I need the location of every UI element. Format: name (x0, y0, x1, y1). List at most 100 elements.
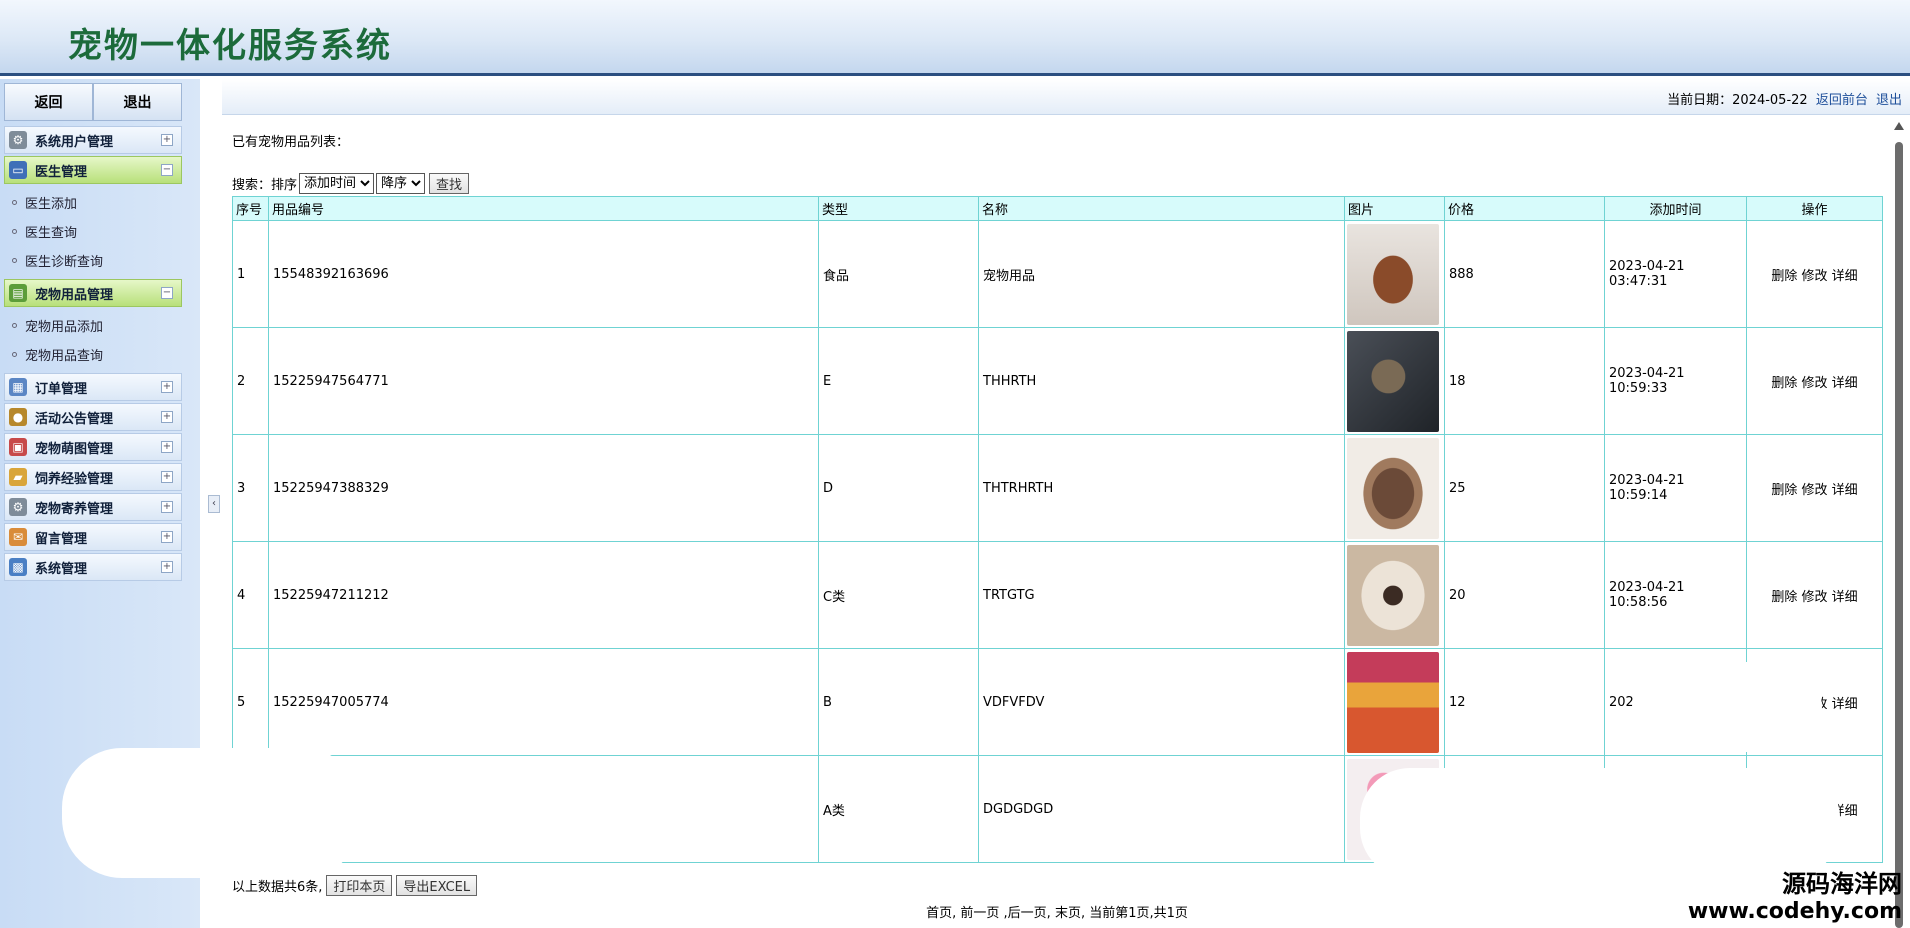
sidebar-menu-6[interactable]: ▰ 饲养经验管理 + (4, 463, 182, 491)
gear-icon: ⚙ (9, 131, 27, 149)
cell-no: 2 (232, 327, 269, 435)
cell-type: E (818, 327, 979, 435)
sidebar-menu-0[interactable]: ⚙ 系统用户管理 + (4, 126, 182, 154)
header-ops: 操作 (1746, 196, 1883, 221)
last-page-link[interactable]: 末页 (1055, 906, 1081, 921)
redaction-blob (1632, 662, 1822, 752)
bullet-icon (12, 200, 17, 205)
first-page-link[interactable]: 首页 (926, 906, 952, 921)
sort-field-select[interactable]: 添加时间 (299, 172, 375, 194)
sidebar-subitem-label: 医生诊断查询 (25, 255, 104, 270)
print-button[interactable]: 打印本页 (326, 875, 393, 896)
cell-no: 5 (232, 648, 269, 756)
sidebar-menu-7[interactable]: ⚙ 宠物寄养管理 + (4, 493, 182, 521)
sidebar-subitem[interactable]: 医生添加 (4, 188, 182, 217)
detail-link[interactable]: 详细 (1832, 697, 1858, 712)
cell-name: 宠物用品 (978, 220, 1345, 328)
sidebar-submenu: 医生添加医生查询医生诊断查询 (4, 186, 182, 279)
delete-link[interactable]: 删除 (1771, 590, 1797, 605)
expand-icon[interactable]: + (161, 471, 173, 483)
cell-time: 2023-04-21 03:47:31 (1604, 220, 1747, 328)
prev-page-link[interactable]: 前一页 (960, 906, 999, 921)
detail-link[interactable]: 详细 (1832, 483, 1858, 498)
logout-button[interactable]: 退出 (93, 83, 182, 121)
sidebar-subitem[interactable]: 医生查询 (4, 217, 182, 246)
search-button[interactable]: 查找 (429, 172, 470, 194)
header-time: 添加时间 (1604, 196, 1747, 221)
cell-code: 15548392163696 (268, 220, 819, 328)
product-thumbnail[interactable] (1347, 437, 1439, 539)
sidebar-menu-label: 饲养经验管理 (35, 471, 114, 487)
header-no: 序号 (232, 196, 269, 221)
export-excel-button[interactable]: 导出EXCEL (396, 875, 478, 896)
expand-icon[interactable]: + (161, 411, 173, 423)
sidebar-menu-9[interactable]: ▩ 系统管理 + (4, 553, 182, 581)
scroll-up-icon[interactable] (1894, 122, 1904, 130)
cell-ops: 删除 修改 详细 (1746, 327, 1883, 435)
product-thumbnail[interactable] (1347, 651, 1439, 753)
cell-type: B (818, 648, 979, 756)
header-name: 名称 (978, 196, 1345, 221)
bullet-icon (12, 258, 17, 263)
return-frontend-link[interactable]: 返回前台 (1816, 93, 1868, 108)
delete-link[interactable]: 删除 (1771, 269, 1797, 284)
edit-link[interactable]: 修改 (1801, 376, 1827, 391)
expand-icon[interactable]: + (161, 501, 173, 513)
collapse-icon[interactable]: − (161, 164, 173, 176)
sidebar-menu-5[interactable]: ▣ 宠物萌图管理 + (4, 433, 182, 461)
edit-link[interactable]: 修改 (1801, 269, 1827, 284)
sidebar-menu-2[interactable]: ▤ 宠物用品管理 − (4, 279, 182, 307)
cell-type: D (818, 434, 979, 542)
sidebar-menu-label: 医生管理 (35, 164, 88, 180)
sidebar-subitem[interactable]: 宠物用品查询 (4, 340, 182, 369)
sidebar-menu-8[interactable]: ✉ 留言管理 + (4, 523, 182, 551)
header-price: 价格 (1444, 196, 1605, 221)
detail-link[interactable]: 详细 (1832, 269, 1858, 284)
sidebar-subitem-label: 医生查询 (25, 226, 78, 241)
app-header: 宠物一体化服务系统 (0, 0, 1910, 76)
expand-icon[interactable]: + (161, 381, 173, 393)
sidebar-menu: ⚙ 系统用户管理 + ▭ 医生管理 − 医生添加 医生查询 医生诊断查询 ▤ 宠物用品管理 − 宠物用品… (4, 126, 182, 583)
cell-price: 20 (1444, 541, 1605, 649)
next-page-link[interactable]: 后一页 (1008, 906, 1047, 921)
cell-no: 1 (232, 220, 269, 328)
edit-link[interactable]: 修改 (1801, 590, 1827, 605)
sidebar-menu-label: 系统用户管理 (35, 134, 114, 150)
cell-time: 2023-04-21 10:59:14 (1604, 434, 1747, 542)
cell-code: 15225947388329 (268, 434, 819, 542)
sidebar-subitem[interactable]: 宠物用品添加 (4, 311, 182, 340)
expand-icon[interactable]: + (161, 531, 173, 543)
scroll-thumb[interactable] (1895, 142, 1903, 928)
edit-link[interactable]: 修改 (1801, 483, 1827, 498)
sort-order-select[interactable]: 降序 (376, 172, 426, 194)
product-thumbnail[interactable] (1347, 330, 1439, 432)
detail-link[interactable]: 详细 (1832, 590, 1858, 605)
bullet-icon (12, 352, 17, 357)
bullet-icon (12, 323, 17, 328)
cell-name: THHRTH (978, 327, 1345, 435)
sidebar-menu-3[interactable]: ▦ 订单管理 + (4, 373, 182, 401)
sidebar-menu-label: 宠物萌图管理 (35, 441, 114, 457)
cell-code: 15225947211212 (268, 541, 819, 649)
expand-icon[interactable]: + (161, 134, 173, 146)
sidebar-menu-1[interactable]: ▭ 医生管理 − (4, 156, 182, 184)
delete-link[interactable]: 删除 (1771, 483, 1797, 498)
delete-link[interactable]: 删除 (1771, 376, 1797, 391)
product-thumbnail[interactable] (1347, 544, 1439, 646)
collapse-icon[interactable]: − (161, 287, 173, 299)
product-thumbnail[interactable] (1347, 223, 1439, 325)
sidebar-subitem-label: 宠物用品查询 (25, 349, 104, 364)
topbar-logout-link[interactable]: 退出 (1876, 93, 1902, 108)
detail-link[interactable]: 详细 (1832, 376, 1858, 391)
sidebar-subitem[interactable]: 医生诊断查询 (4, 246, 182, 275)
back-button[interactable]: 返回 (4, 83, 93, 121)
expand-icon[interactable]: + (161, 561, 173, 573)
cell-ops: 删除 修改 详细 (1746, 541, 1883, 649)
cell-ops: 删除 修改 详细 (1746, 220, 1883, 328)
cell-picture (1344, 327, 1445, 435)
cell-picture (1344, 648, 1445, 756)
expand-icon[interactable]: + (161, 441, 173, 453)
sidebar-menu-4[interactable]: ● 活动公告管理 + (4, 403, 182, 431)
collapse-sidebar-icon[interactable]: ‹ (208, 495, 220, 513)
vertical-scrollbar[interactable] (1892, 120, 1906, 928)
